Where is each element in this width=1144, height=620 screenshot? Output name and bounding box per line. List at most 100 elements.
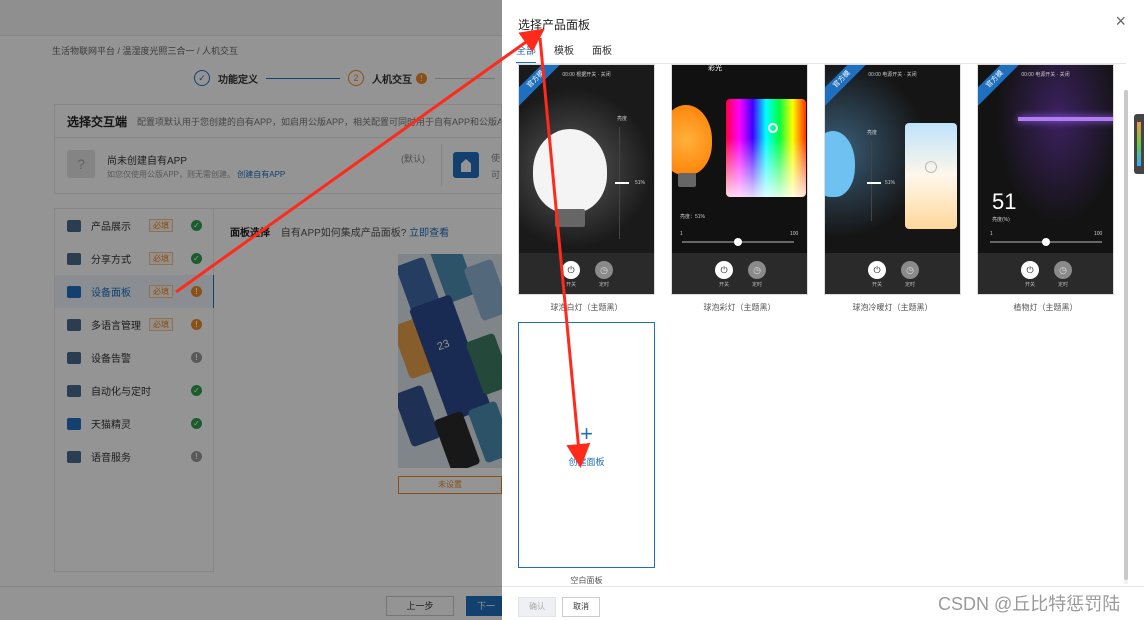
- timer-icon: ◷: [901, 261, 919, 279]
- slider-min: 1: [680, 231, 683, 237]
- own-app-sub: 如您仅使用公版APP，则无需创建。 创建自有APP: [107, 169, 285, 180]
- confirm-button[interactable]: 确认: [518, 597, 556, 617]
- alarm-icon: [67, 351, 81, 364]
- voice-icon: [67, 450, 81, 463]
- panel-preview-collage: 23: [398, 254, 502, 468]
- share-icon: [67, 252, 81, 265]
- slider-handle[interactable]: [1042, 238, 1050, 246]
- view-now-link[interactable]: 立即查看: [409, 228, 449, 239]
- sidebar-item-voice-service[interactable]: 语音服务 !: [55, 440, 215, 473]
- sidebar-item-multilang[interactable]: 多语言管理 必填 !: [55, 308, 215, 341]
- card-preview: 彩光 亮度：51% 1 100: [672, 65, 807, 253]
- brightness-label: 亮度: [867, 130, 878, 136]
- config-sidebar: 产品展示 必填 ✓ 分享方式 必填 ✓ 设备面板 必填 ! 多语言管理 必填 !…: [54, 208, 215, 572]
- bulb-base-icon: [555, 209, 585, 227]
- select-interaction-header: 选择交互端 配置项默认用于您创建的自有APP，如启用公版APP，相关配置可同时用…: [54, 104, 502, 138]
- timer-label: 定时: [904, 282, 915, 288]
- device-panel-icon: [67, 285, 81, 298]
- power-label: 开关: [871, 282, 882, 288]
- divider: [441, 144, 442, 186]
- color-picker[interactable]: [726, 99, 806, 197]
- sidebar-item-share-mode[interactable]: 分享方式 必填 ✓: [55, 242, 215, 275]
- sidebar-item-tmall-genie[interactable]: 天猫精灵 ✓: [55, 407, 215, 440]
- power-icon: ⏻: [715, 261, 733, 279]
- select-interaction-desc: 配置项默认用于您创建的自有APP，如启用公版APP，相关配置可同时用于自有APP…: [137, 116, 502, 127]
- plus-icon: +: [580, 421, 593, 446]
- sidebar-item-label: 自动化与定时: [91, 387, 151, 398]
- drawer-scrollbar-thumb[interactable]: [1124, 90, 1128, 580]
- language-icon: [67, 318, 81, 331]
- timer-label: 定时: [1057, 282, 1068, 288]
- close-icon[interactable]: ×: [1115, 12, 1126, 30]
- slider-min: 1: [990, 231, 993, 237]
- create-blank-panel-card[interactable]: + 创建面板: [518, 322, 655, 568]
- create-own-app-link[interactable]: 创建自有APP: [237, 170, 285, 179]
- public-app-line2: 可: [491, 170, 501, 180]
- panel-card-name: 球泡彩灯（主题黑）: [703, 303, 776, 312]
- panel-card-name: 植物灯（主题黑）: [1013, 303, 1078, 312]
- power-label: 开关: [1024, 282, 1035, 288]
- unset-button[interactable]: 未设置: [398, 476, 502, 494]
- public-app-icon: [453, 152, 479, 178]
- watermark: CSDN @丘比特惩罚陆: [938, 594, 1121, 614]
- card-preview: 00:00 电源开关 · 关闭 亮度 51%: [825, 65, 960, 253]
- power-icon: ⏻: [1021, 261, 1039, 279]
- light-bar-icon: [1018, 117, 1113, 121]
- public-app-line1: 使: [491, 153, 501, 163]
- prev-step-button[interactable]: 上一步: [386, 596, 454, 616]
- step-2-label: 人机交互: [372, 74, 412, 86]
- step-2-warning-icon: !: [416, 72, 427, 84]
- blank-panel-name: 空白面板: [570, 576, 603, 585]
- sidebar-item-label: 多语言管理: [91, 321, 141, 332]
- check-icon: ✓: [191, 385, 202, 396]
- required-badge: 必填: [149, 219, 173, 232]
- info-icon: !: [191, 352, 202, 363]
- brightness-unit: 亮度(%): [992, 217, 1010, 223]
- drawer-title: 选择产品面板: [518, 18, 591, 32]
- bulb-icon: [825, 131, 855, 197]
- automation-icon: [67, 384, 81, 397]
- color-picker-handle[interactable]: [768, 123, 778, 133]
- brightness-percent: 51%: [635, 180, 646, 186]
- select-interaction-title: 选择交互端: [67, 114, 128, 129]
- color-temperature-handle[interactable]: [925, 161, 937, 173]
- step-2-number: 2: [348, 70, 364, 86]
- cancel-button[interactable]: 取消: [562, 597, 600, 617]
- panel-card-color-bulb[interactable]: 彩光 亮度：51% 1 100 ⏻ ◷ 开关 定时: [671, 64, 808, 295]
- sidebar-item-label: 产品展示: [91, 222, 131, 233]
- card-preview: 00:00 根据开关 · 关闭 亮度 51%: [519, 65, 654, 253]
- sidebar-item-device-panel[interactable]: 设备面板 必填 !: [55, 275, 215, 308]
- power-label: 开关: [565, 282, 576, 288]
- sidebar-item-label: 设备面板: [91, 288, 131, 299]
- tab-all[interactable]: 全部: [516, 44, 536, 64]
- browser-extension-handle[interactable]: [1134, 114, 1144, 174]
- card-preview: 00:00 电源开关 · 关闭 51 亮度(%) 1 100: [978, 65, 1113, 253]
- info-icon: !: [191, 451, 202, 462]
- card-controls: [825, 253, 960, 294]
- required-badge: 必填: [149, 252, 173, 265]
- step-1-check-icon: ✓: [194, 70, 210, 86]
- breadcrumb: 生活物联网平台 / 温湿度光照三合一 / 人机交互: [52, 46, 239, 56]
- timer-icon: ◷: [748, 261, 766, 279]
- timer-icon: ◷: [1054, 261, 1072, 279]
- sidebar-item-automation[interactable]: 自动化与定时 ✓: [55, 374, 215, 407]
- panel-card-name: 球泡冷暖灯（主题黑）: [852, 303, 933, 312]
- select-panel-drawer: 选择产品面板 × 全部 模板 面板 00:00 根据开关 · 关闭 亮度 51%…: [502, 0, 1144, 620]
- tab-template[interactable]: 模板: [554, 44, 574, 64]
- next-step-button[interactable]: 下一: [466, 596, 502, 616]
- sidebar-item-label: 设备告警: [91, 354, 131, 365]
- question-icon: ?: [67, 150, 95, 178]
- slider-handle[interactable]: [734, 238, 742, 246]
- warning-icon: !: [191, 319, 202, 330]
- panel-card-plant-light[interactable]: 00:00 电源开关 · 关闭 51 亮度(%) 1 100 官方模 ⏻ ◷ 开…: [977, 64, 1114, 295]
- app-selection-box: ? 尚未创建自有APP 如您仅使用公版APP，则无需创建。 创建自有APP (默…: [54, 138, 502, 194]
- required-badge: 必填: [149, 285, 173, 298]
- panel-select-label: 面板选择: [230, 228, 270, 239]
- panel-card-white-bulb[interactable]: 00:00 根据开关 · 关闭 亮度 51% 官方模 ⏻ ◷ 开关 定时: [518, 64, 655, 295]
- panel-card-cct-bulb[interactable]: 00:00 电源开关 · 关闭 亮度 51% 官方模 ⏻ ◷ 开关 定时: [824, 64, 961, 295]
- color-temperature-picker[interactable]: [905, 123, 957, 229]
- sidebar-item-product-display[interactable]: 产品展示 必填 ✓: [55, 209, 215, 242]
- sidebar-item-device-alarm[interactable]: 设备告警 !: [55, 341, 215, 374]
- tab-panel[interactable]: 面板: [592, 44, 612, 64]
- panel-select-question: 自有APP如何集成产品面板?: [280, 228, 407, 239]
